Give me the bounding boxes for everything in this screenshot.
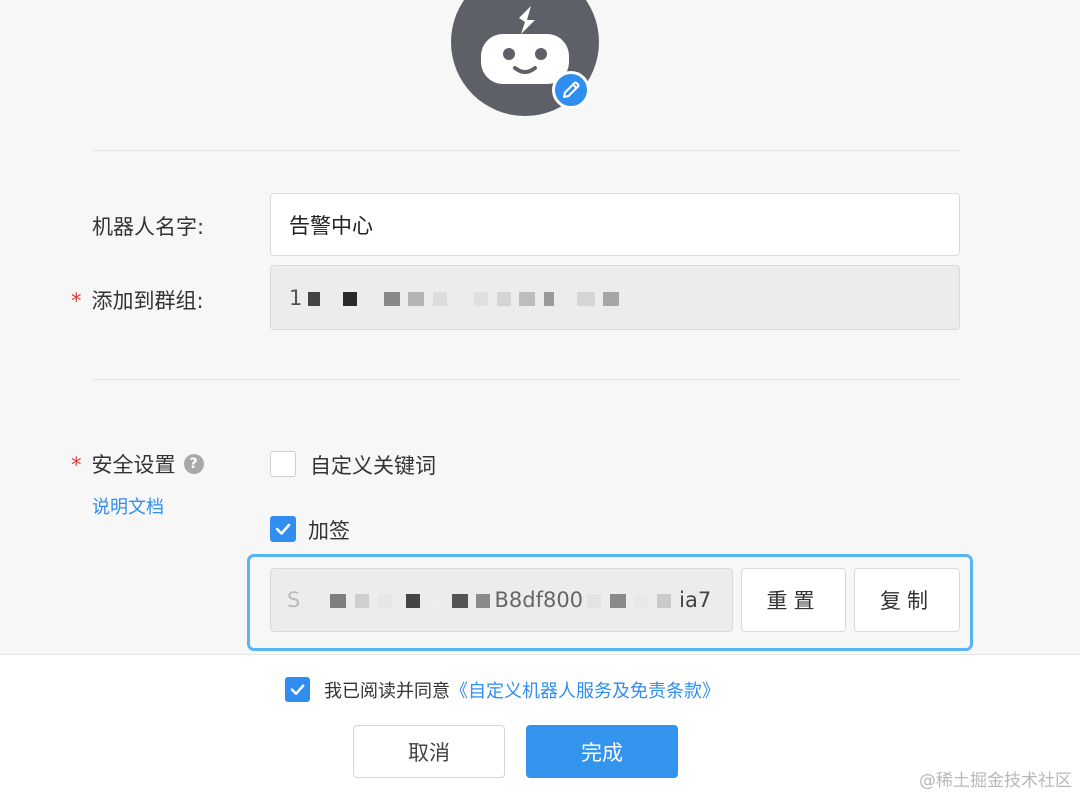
group-label: 添加到群组: [91, 289, 204, 313]
keyword-option-label[interactable]: 自定义关键词 [310, 450, 436, 480]
edit-avatar-button[interactable] [552, 71, 590, 109]
robot-settings-panel: 机器人名字: 告警中心 * 添加到群组: 1 * 安全设置? 说明文档 自定义关键词 [0, 0, 1080, 654]
copy-secret-button[interactable]: 复制 [854, 568, 960, 632]
required-mark: * [71, 453, 82, 477]
agree-checkbox[interactable] [285, 677, 310, 702]
sign-checkbox[interactable] [270, 516, 296, 542]
secret-suffix: ia7 [679, 588, 712, 612]
required-mark: * [71, 289, 82, 313]
blurred-secret-2 [587, 588, 673, 612]
group-value: 1 [289, 285, 303, 310]
security-label-row: * 安全设置? [71, 449, 204, 479]
cancel-button[interactable]: 取消 [353, 725, 505, 778]
keyword-checkbox[interactable] [270, 451, 296, 477]
terms-link[interactable]: 《自定义机器人服务及免责条款》 [450, 681, 720, 702]
blurred-secret [330, 588, 492, 612]
reset-secret-button[interactable]: 重置 [741, 568, 846, 632]
robot-name-label: 机器人名字: [92, 215, 205, 239]
done-button[interactable]: 完成 [526, 725, 678, 778]
robot-name-input[interactable]: 告警中心 [270, 193, 960, 256]
robot-name-value: 告警中心 [289, 213, 373, 238]
checkmark-icon [275, 523, 291, 535]
agree-text: 我已阅读并同意 [324, 681, 450, 702]
secret-middle: B8df800 [494, 588, 584, 612]
checkmark-icon [290, 684, 305, 695]
secret-prefix: S [287, 588, 301, 612]
pencil-icon [563, 81, 580, 98]
blurred-group-name [308, 286, 621, 310]
divider-middle [92, 379, 960, 380]
watermark: @稀土掘金技术社区 [919, 771, 1072, 791]
group-label-row: * 添加到群组: [71, 285, 204, 315]
group-select[interactable]: 1 [270, 265, 960, 330]
question-icon[interactable]: ? [183, 454, 204, 474]
doc-link[interactable]: 说明文档 [92, 493, 164, 519]
agree-text-row: 我已阅读并同意《自定义机器人服务及免责条款》 [324, 677, 720, 703]
divider-top [92, 150, 960, 151]
security-label: 安全设置 [91, 453, 176, 477]
secret-field[interactable]: S B8df800 ia7 [270, 568, 733, 632]
sign-option-label[interactable]: 加签 [308, 515, 350, 545]
